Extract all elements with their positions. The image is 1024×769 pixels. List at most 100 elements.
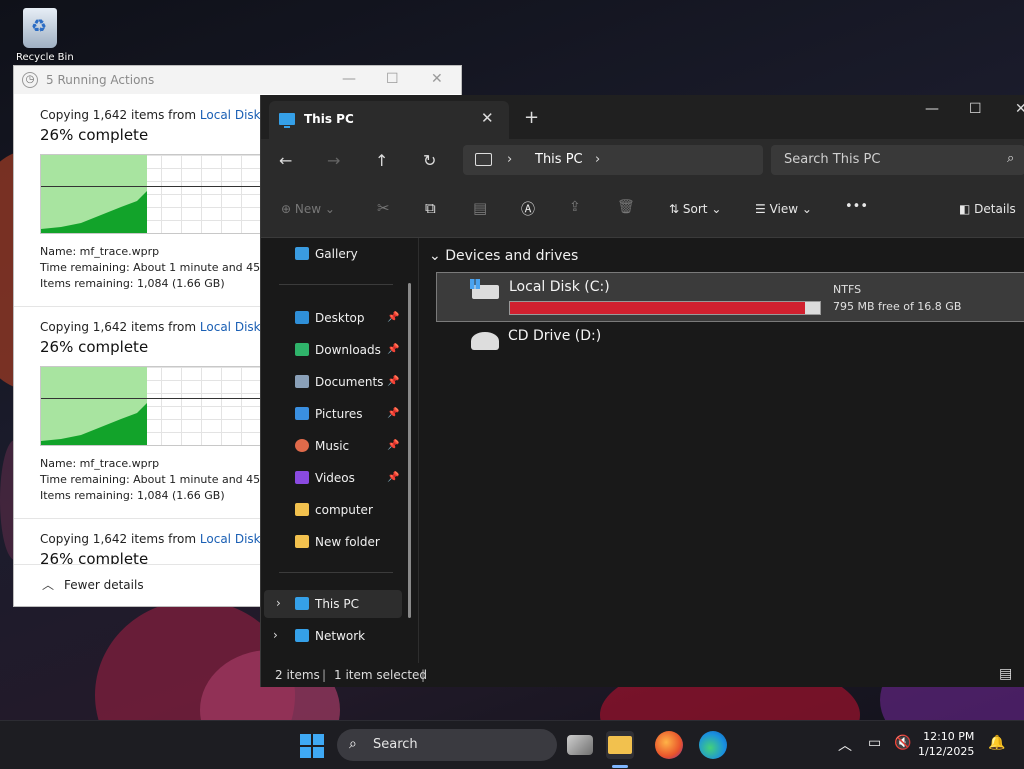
free-space: 795 MB free of 16.8 GB	[833, 300, 962, 313]
pin-icon[interactable]: 📌	[387, 376, 399, 387]
notification-bell-icon[interactable]: 🔔	[988, 735, 1005, 751]
nav-item-label: Desktop	[315, 311, 365, 325]
chevron-down-icon: ⌄	[324, 202, 335, 216]
minimize-icon[interactable]: —	[342, 71, 356, 87]
section-title: Devices and drives	[445, 248, 579, 264]
more-options-button[interactable]: •••	[845, 199, 868, 214]
search-icon: ⌕	[349, 736, 357, 752]
nav-item-documents[interactable]: Documents 📌	[261, 368, 418, 396]
nav-item-label: Downloads	[315, 343, 381, 357]
delete-icon[interactable]: 🗑	[617, 199, 635, 215]
navigation-bar: ← → ↑ ↻ › This PC › Search This PC ⌕	[261, 139, 1024, 183]
new-button[interactable]: ⊕ New ⌄	[281, 202, 335, 216]
cut-icon[interactable]: ✂	[377, 199, 390, 217]
dialog-title-bar[interactable]: ◷ 5 Running Actions — ☐ ✕	[14, 66, 461, 94]
pin-icon[interactable]: 📌	[387, 440, 399, 451]
tab-title: This PC	[304, 112, 354, 126]
nav-item-downloads[interactable]: Downloads 📌	[261, 336, 418, 364]
recycle-bin-label: Recycle Bin	[16, 52, 74, 63]
nav-item-music[interactable]: Music 📌	[261, 432, 418, 460]
nav-item-new-folder[interactable]: New folder	[261, 528, 418, 556]
file-explorer-taskbar-icon[interactable]	[606, 731, 634, 759]
start-button-icon[interactable]	[300, 734, 324, 758]
drive-cd-d[interactable]: CD Drive (D:)	[436, 322, 1024, 370]
nav-item-pictures[interactable]: Pictures 📌	[261, 400, 418, 428]
recycle-bin-shortcut[interactable]: Recycle Bin	[16, 8, 74, 68]
drive-local-disk-c[interactable]: Local Disk (C:) NTFS 795 MB free of 16.8…	[436, 272, 1024, 322]
network-icon	[295, 629, 309, 642]
nav-item-gallery[interactable]: Gallery	[261, 240, 418, 268]
back-icon[interactable]: ←	[279, 151, 292, 170]
search-box[interactable]: Search This PC ⌕	[771, 145, 1024, 175]
search-icon: ⌕	[1007, 151, 1015, 166]
status-bar: 2 items | 1 item selected | ▤	[261, 663, 1024, 687]
devices-section-header[interactable]: ⌄ Devices and drives	[429, 248, 578, 264]
firefox-icon[interactable]	[655, 731, 683, 759]
search-input[interactable]: Search This PC	[784, 152, 880, 167]
new-tab-icon[interactable]: +	[524, 107, 539, 128]
pin-icon[interactable]: 📌	[387, 344, 399, 355]
nav-item-label: Gallery	[315, 247, 358, 261]
navigation-pane: Gallery Desktop 📌 Downloads 📌 Documents …	[261, 238, 418, 663]
sort-label: Sort	[682, 202, 708, 216]
copy-details: Name: mf_trace.wprp Time remaining: Abou…	[40, 456, 269, 504]
pin-icon[interactable]: 📌	[387, 408, 399, 419]
nav-item-network[interactable]: › Network	[261, 622, 418, 650]
chevron-right-icon[interactable]: ›	[507, 152, 512, 167]
refresh-icon[interactable]: ↻	[423, 151, 436, 170]
folder-icon	[608, 736, 632, 754]
maximize-icon[interactable]: ☐	[969, 101, 982, 117]
up-icon[interactable]: ↑	[375, 151, 388, 170]
recycle-bin-icon	[23, 8, 57, 48]
clock-icon: ◷	[22, 72, 38, 88]
chevron-right-icon[interactable]: ›	[273, 628, 278, 642]
nav-item-videos[interactable]: Videos 📌	[261, 464, 418, 492]
pin-icon[interactable]: 📌	[387, 312, 399, 323]
chevron-down-icon: ⌄	[801, 202, 812, 216]
this-pc-icon	[295, 597, 309, 610]
forward-icon[interactable]: →	[327, 151, 340, 170]
windows-logo-icon	[470, 279, 480, 289]
view-button[interactable]: ☰ View ⌄	[755, 202, 812, 216]
fewer-details-button[interactable]: ︿ Fewer details	[42, 576, 144, 593]
chevron-right-icon[interactable]: ›	[276, 596, 281, 610]
details-button[interactable]: ◧ Details	[959, 202, 1016, 216]
edge-icon[interactable]	[699, 731, 727, 759]
nav-scrollbar[interactable]	[408, 283, 411, 618]
nav-item-label: Videos	[315, 471, 355, 485]
documents-icon	[295, 375, 309, 388]
close-icon[interactable]: ✕	[1015, 101, 1024, 117]
chevron-up-icon[interactable]: ︿	[838, 735, 852, 755]
videos-icon	[295, 471, 309, 484]
file-system: NTFS	[833, 283, 862, 296]
close-tab-icon[interactable]: ✕	[481, 109, 494, 127]
nav-item-desktop[interactable]: Desktop 📌	[261, 304, 418, 332]
pin-icon[interactable]: 📌	[387, 472, 399, 483]
status-separator: |	[322, 668, 327, 682]
task-view-icon[interactable]	[567, 735, 593, 755]
minimize-icon[interactable]: —	[925, 101, 939, 117]
copy-icon[interactable]: ⧉	[425, 199, 436, 217]
chevron-right-icon[interactable]: ›	[595, 152, 600, 167]
nav-item-computer[interactable]: computer	[261, 496, 418, 524]
view-label: View	[769, 202, 799, 216]
rename-icon[interactable]: Ⓐ	[521, 199, 535, 219]
nav-item-this-pc[interactable]: › This PC	[264, 590, 402, 618]
speaker-muted-icon[interactable]: 🔇	[894, 735, 911, 751]
address-bar[interactable]: › This PC ›	[463, 145, 763, 175]
network-status-icon[interactable]: ▭	[868, 735, 881, 751]
taskbar-search[interactable]: ⌕ Search	[337, 729, 557, 761]
paste-icon[interactable]: ▤	[473, 199, 487, 217]
nav-item-label: Pictures	[315, 407, 363, 421]
tab-this-pc[interactable]: This PC ✕	[269, 101, 509, 139]
music-icon	[295, 439, 309, 452]
sort-button[interactable]: ⇅ Sort ⌄	[669, 202, 721, 216]
breadcrumb[interactable]: This PC	[535, 152, 583, 167]
taskbar-search-input[interactable]: Search	[373, 737, 418, 752]
details-view-icon[interactable]: ▤	[999, 666, 1012, 682]
content-area: ⌄ Devices and drives Local Disk (C:) NTF…	[418, 238, 1024, 663]
share-icon[interactable]: ⇪	[569, 199, 581, 215]
maximize-icon[interactable]: ☐	[386, 71, 399, 87]
system-clock[interactable]: 12:10 PM 1/12/2025	[918, 729, 974, 759]
close-icon[interactable]: ✕	[431, 71, 443, 87]
